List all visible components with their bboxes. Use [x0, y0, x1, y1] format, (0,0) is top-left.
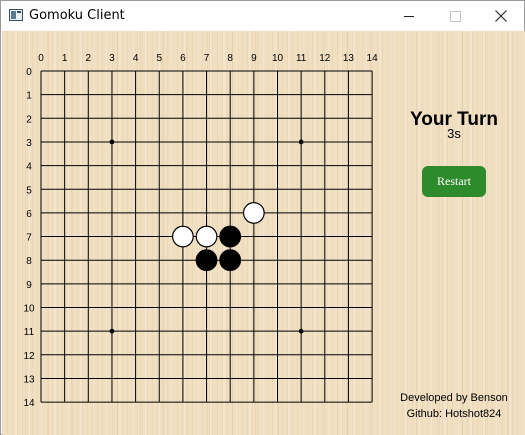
row-label: 11	[24, 327, 35, 338]
black-stone	[195, 249, 218, 272]
window-title: Gomoku Client	[29, 8, 125, 23]
star-point	[298, 328, 304, 334]
column-label: 5	[156, 53, 162, 64]
app-window: Gomoku Client 0 1 2 3 4 5 6 7 8 9 10 11 12 13 14 0 1 2 3 4 5…	[0, 0, 525, 435]
column-label: 3	[109, 53, 115, 64]
star-point	[298, 139, 304, 145]
star-point	[109, 328, 115, 334]
column-label: 14	[367, 53, 379, 64]
column-label: 13	[343, 53, 355, 64]
row-label: 2	[26, 114, 32, 125]
row-label: 10	[23, 304, 35, 315]
column-label: 8	[227, 53, 233, 64]
github-credit: Github: Hotshot824	[406, 408, 502, 420]
row-label: 12	[23, 351, 35, 362]
row-label: 1	[26, 91, 32, 102]
gomoku-board[interactable]: 0 1 2 3 4 5 6 7 8 9 10 11 12 13 1401234567891011121314	[2, 31, 525, 435]
close-icon	[495, 10, 507, 22]
row-label: 7	[26, 233, 32, 244]
minimize-button[interactable]	[386, 1, 432, 31]
column-label: 9	[251, 53, 257, 64]
row-label: 3	[26, 138, 32, 149]
row-label: 14	[23, 398, 35, 409]
row-label: 13	[23, 374, 35, 385]
column-label: 12	[319, 53, 331, 64]
row-label: 4	[26, 162, 32, 173]
column-label: 11	[296, 53, 307, 64]
game-area: 0 1 2 3 4 5 6 7 8 9 10 11 12 13 14 0 1 2 3 4 5 6 7 8 9 10 11 12 13 14…	[2, 31, 525, 435]
window-app-icon	[9, 9, 23, 21]
developer-credit: Developed by Benson	[400, 392, 508, 404]
column-label: 4	[133, 53, 139, 64]
black-stone	[219, 249, 242, 272]
column-label: 7	[204, 53, 210, 64]
black-stone	[219, 225, 242, 248]
white-stone	[195, 225, 218, 248]
row-label: 6	[26, 209, 32, 220]
turn-timer: 3s	[447, 126, 461, 141]
row-label: 9	[26, 280, 32, 291]
row-label: 0	[26, 67, 32, 78]
star-point	[109, 139, 115, 145]
column-label: 6	[180, 53, 186, 64]
row-label: 5	[26, 185, 32, 196]
maximize-button[interactable]	[432, 1, 478, 31]
column-label: 1	[62, 53, 68, 64]
title-bar[interactable]: Gomoku Client	[1, 1, 524, 31]
column-label: 2	[86, 53, 92, 64]
white-stone	[171, 225, 194, 248]
column-label: 0	[38, 53, 44, 64]
row-label: 8	[26, 256, 32, 267]
close-button[interactable]	[478, 1, 524, 31]
white-stone	[242, 201, 265, 224]
restart-button[interactable]: Restart	[422, 166, 486, 197]
column-label: 10	[272, 53, 284, 64]
